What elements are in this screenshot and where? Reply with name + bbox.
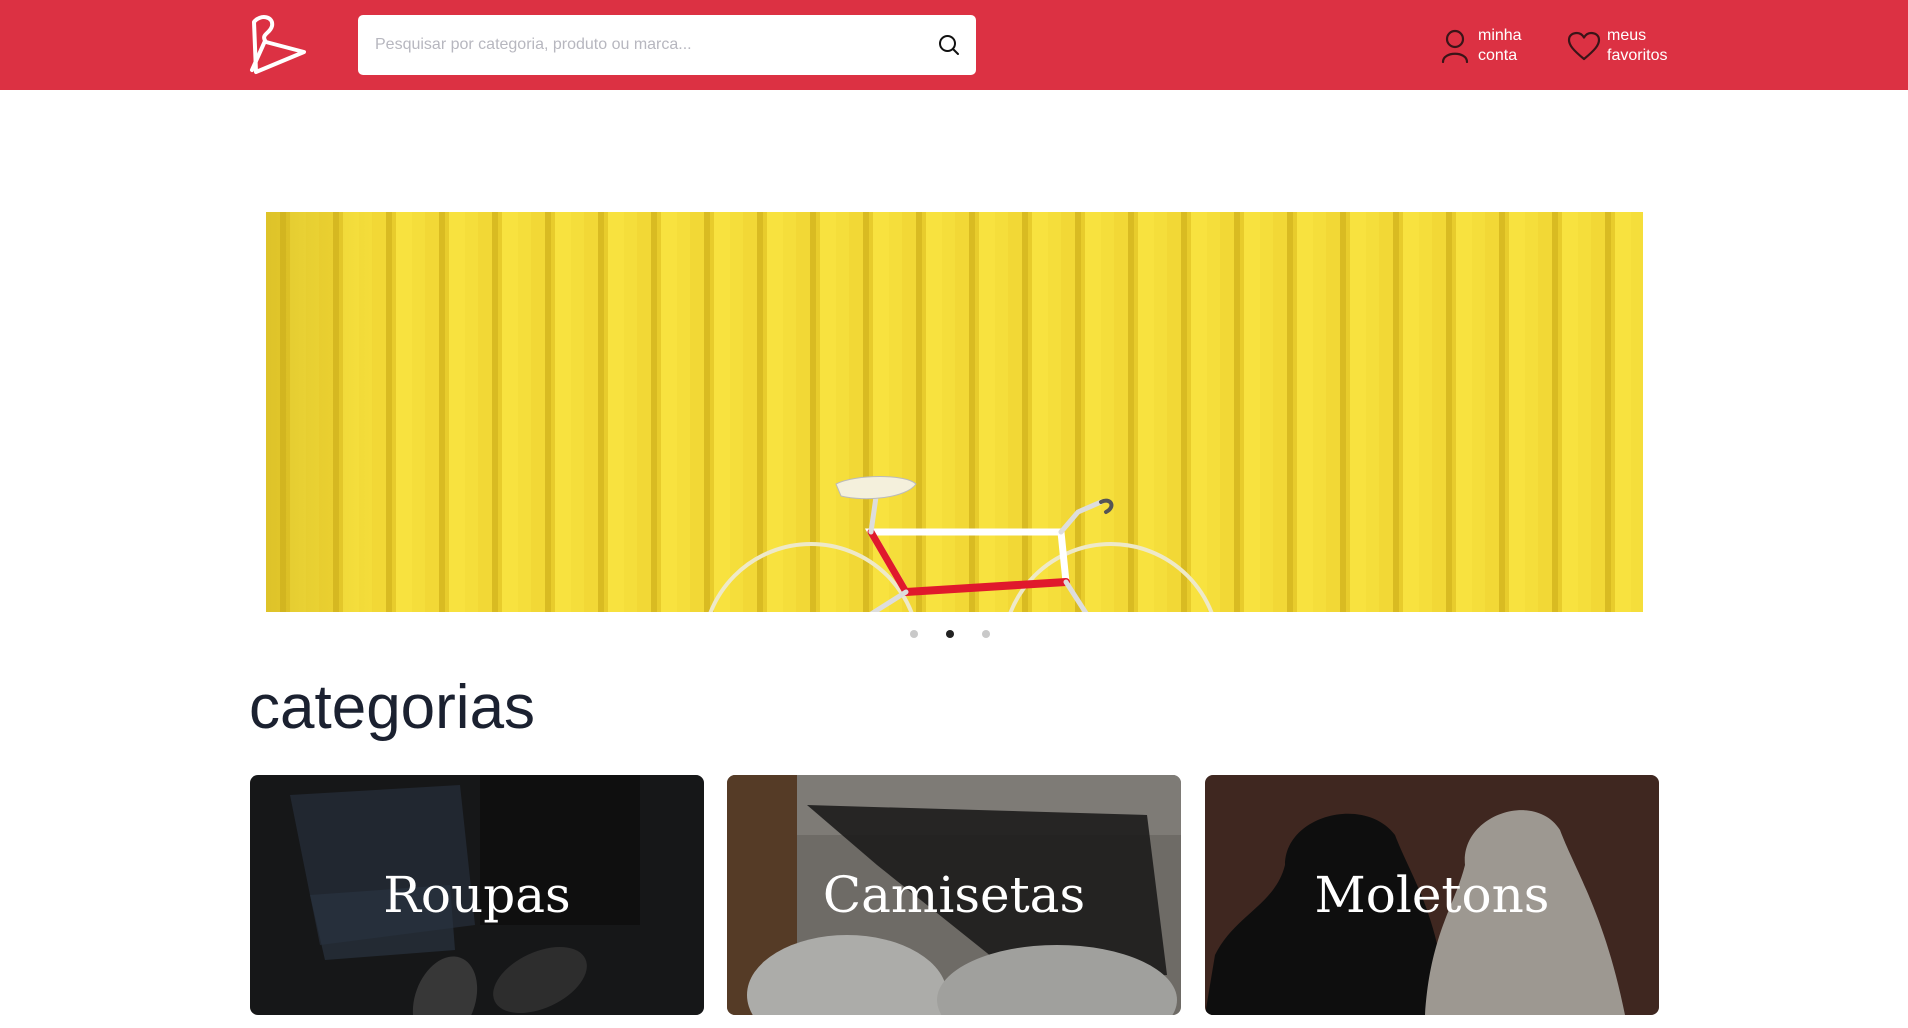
category-label-camisetas: Camisetas <box>822 866 1086 924</box>
category-card-camisetas[interactable]: Camisetas <box>727 775 1181 1015</box>
search-icon <box>939 35 959 55</box>
user-icon <box>1438 28 1472 64</box>
account-label-line1: minha <box>1478 27 1522 44</box>
hanger-icon[interactable] <box>246 14 312 76</box>
carousel-dot-2[interactable] <box>946 630 954 638</box>
search-button[interactable] <box>934 30 964 60</box>
search-input[interactable] <box>375 15 895 75</box>
favorites-label-line2: favoritos <box>1607 47 1668 64</box>
banner-image <box>266 212 1643 612</box>
carousel-dot-1[interactable] <box>910 630 918 638</box>
categories-title: categorias <box>249 673 536 742</box>
my-account-link[interactable]: minha conta <box>1438 24 1522 68</box>
hero-banner[interactable] <box>266 212 1643 612</box>
heart-icon <box>1567 28 1601 64</box>
carousel-dot-3[interactable] <box>982 630 990 638</box>
category-card-moletons[interactable]: Moletons <box>1205 775 1659 1015</box>
category-label-moletons: Moletons <box>1314 866 1550 924</box>
search-bar <box>358 15 976 75</box>
my-favorites-link[interactable]: meus favoritos <box>1567 24 1667 68</box>
favorites-label-line1: meus <box>1607 27 1647 44</box>
carousel-indicators <box>910 628 990 640</box>
category-label-roupas: Roupas <box>383 866 571 924</box>
top-header: minha conta meus favoritos <box>0 0 1908 90</box>
account-label-line2: conta <box>1478 47 1518 64</box>
category-card-roupas[interactable]: Roupas <box>250 775 704 1015</box>
